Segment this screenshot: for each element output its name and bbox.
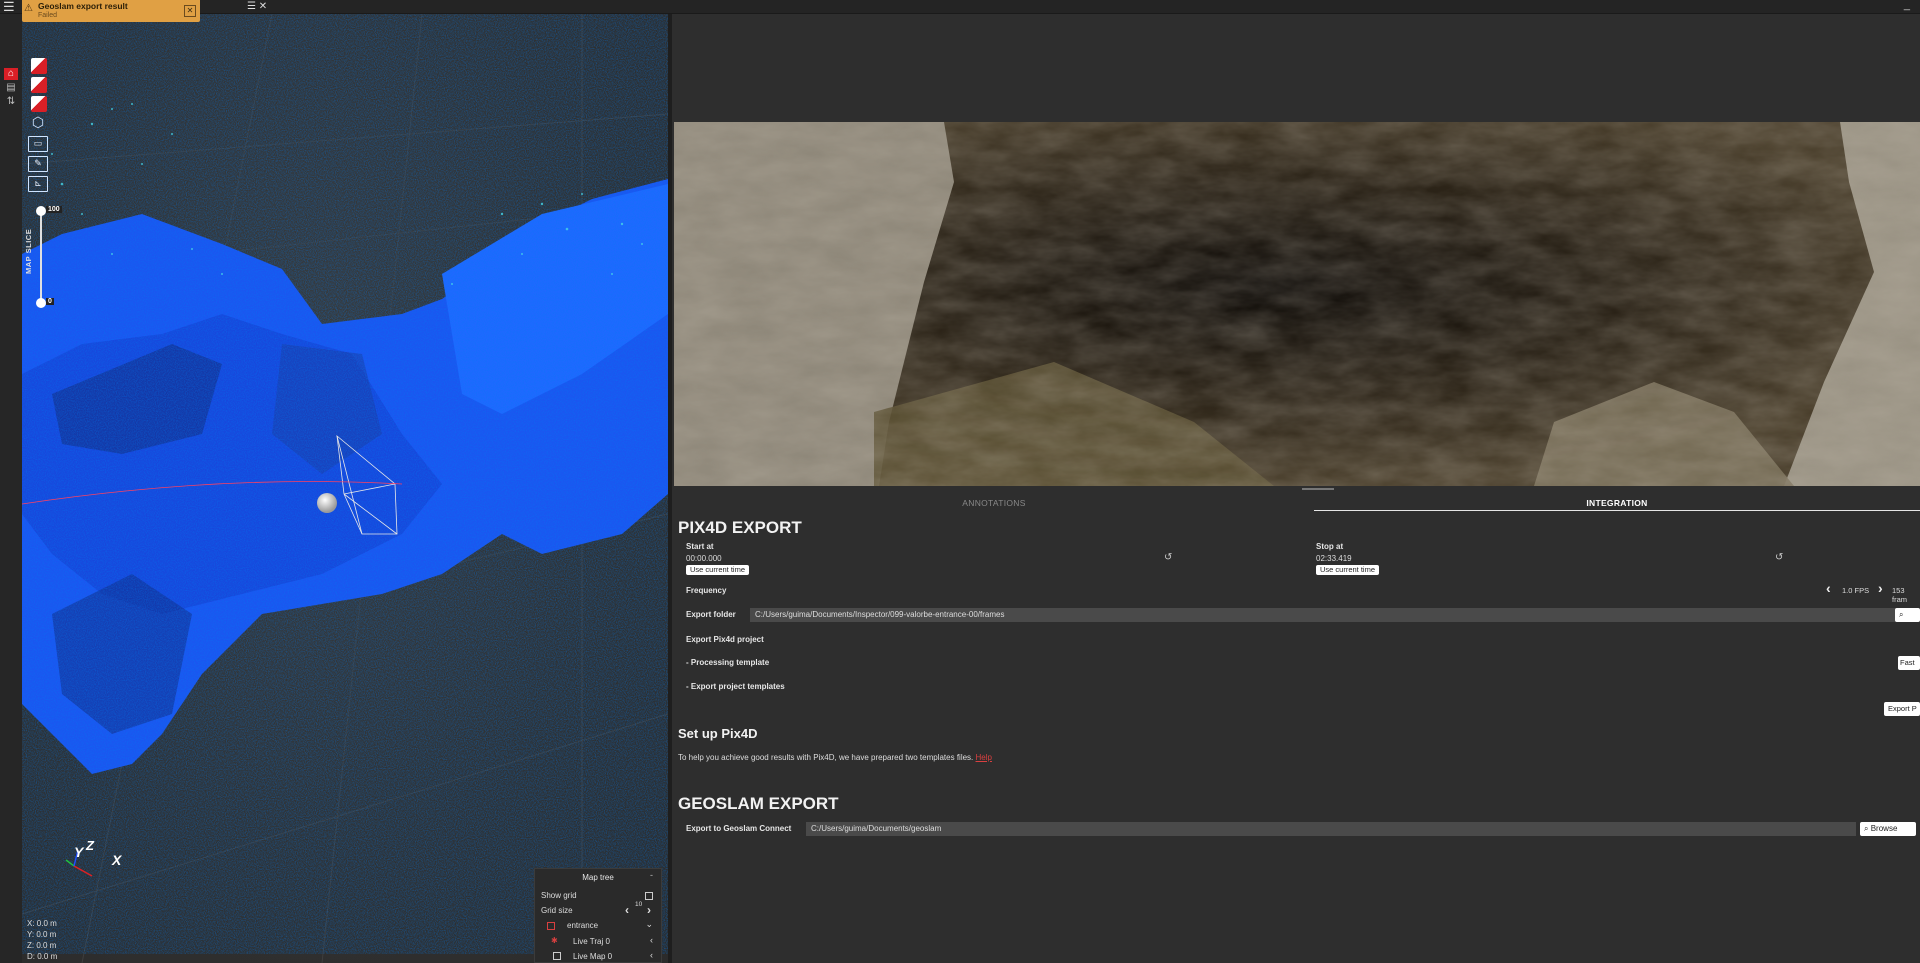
use-current-time-stop-button[interactable]: Use current time — [1316, 565, 1380, 575]
tab-integration[interactable]: INTEGRATION — [1314, 495, 1920, 511]
frequency-label: Frequency — [686, 586, 727, 595]
axis-x-label: X — [112, 852, 122, 868]
stop-at-value: 02:33.419 — [1316, 554, 1352, 563]
export-result-toast: ⚠ Geoslam export result Failed ✕ — [22, 0, 200, 22]
camera-position-sphere — [317, 493, 337, 513]
export-folder-input[interactable]: C:/Users/guima/Documents/Inspector/099-v… — [750, 608, 1900, 622]
reset-stop-icon[interactable]: ↺ — [1775, 552, 1783, 563]
browse-label: Browse — [1870, 824, 1898, 833]
export-project-button[interactable]: Export P — [1884, 702, 1920, 716]
resize-handle[interactable] — [1302, 488, 1334, 490]
share-icon[interactable]: ⇅ — [4, 96, 18, 108]
axis-y-label: Y — [74, 844, 84, 860]
setup-note-text: To help you achieve good results with Pi… — [678, 753, 974, 762]
home-icon[interactable]: ⌂ — [4, 68, 18, 80]
tab-bar: ANNOTATIONS INTEGRATION — [674, 495, 1920, 511]
use-current-time-start-button[interactable]: Use current time — [686, 565, 750, 575]
chevron-down-icon[interactable]: ⌄ — [645, 919, 653, 930]
start-at-value: 00:00.000 — [686, 554, 722, 563]
export-pix4d-project-label: Export Pix4d project — [686, 635, 764, 644]
map-slice-bottom-handle[interactable] — [36, 298, 46, 308]
top-tab-bar: ☰ 7-UNDEFINED [0] ☰ ✕ _ — [0, 0, 1920, 14]
point-cloud — [22, 74, 668, 877]
geoslam-export-title: GEOSLAM EXPORT — [678, 794, 839, 813]
map-tree-title: Map tree — [582, 873, 614, 882]
cube-view-side-icon[interactable] — [31, 96, 47, 112]
export-folder-search-icon[interactable]: ⌕ — [1895, 608, 1920, 622]
search-icon: ⌕ — [1864, 824, 1869, 833]
slice-tool-icon[interactable]: ▭ — [28, 136, 48, 152]
toast-status: Failed — [38, 12, 58, 19]
map-slice-label: MAP SLICE — [24, 228, 33, 274]
axis-z-label: Z — [86, 838, 94, 853]
entrance-visibility-icon[interactable] — [547, 922, 555, 930]
toast-title: Geoslam export result — [38, 1, 128, 11]
setup-pix4d-title: Set up Pix4D — [678, 726, 758, 741]
processing-template-label: - Processing template — [686, 658, 770, 667]
export-project-templates-label: - Export project templates — [686, 682, 785, 691]
geoslam-folder-input[interactable]: C:/Users/guima/Documents/geoslam — [806, 822, 1856, 836]
grid-size-decrease-icon[interactable]: ‹ — [625, 903, 629, 917]
cube-view-top-icon[interactable] — [31, 58, 47, 74]
map-slice-top-handle[interactable] — [36, 206, 46, 216]
toast-close-icon[interactable]: ✕ — [184, 5, 196, 17]
fps-value: 1.0 FPS — [1842, 586, 1870, 595]
point-cloud-viewport[interactable]: ⬡ ▭ ✎ ⊾ MAP SLICE 100 0 Y Z X X: 0.0 m Y… — [22, 14, 668, 963]
right-panel: ANNOTATIONS INTEGRATION PIX4D EXPORT Sta… — [672, 14, 1920, 963]
camera-frame-image — [674, 122, 1920, 486]
cave-photo — [674, 122, 1920, 486]
perspective-icon[interactable]: ⬡ — [28, 115, 48, 132]
pencil-icon[interactable]: ✎ — [28, 156, 48, 172]
live-map-visibility-icon[interactable] — [553, 952, 561, 960]
menu-icon[interactable]: ☰ — [3, 0, 17, 14]
geoslam-connect-label: Export to Geoslam Connect — [686, 824, 792, 833]
coord-z: Z: 0.0 m — [27, 941, 57, 950]
map-slice-bottom-value: 0 — [46, 298, 54, 305]
grid-size-label: Grid size — [541, 906, 573, 915]
point-cloud-canvas[interactable] — [22, 14, 668, 963]
show-grid-checkbox[interactable] — [645, 892, 653, 900]
start-at-label: Start at — [686, 542, 714, 551]
tree-item-live-map[interactable]: Live Map 0 — [573, 952, 612, 961]
tab-close-icon[interactable]: ✕ — [259, 1, 267, 12]
tab-annotations[interactable]: ANNOTATIONS — [674, 495, 1314, 511]
coord-x: X: 0.0 m — [27, 919, 57, 928]
coord-d: D: 0.0 m — [27, 952, 58, 961]
frequency-increase-icon[interactable]: › — [1878, 580, 1883, 596]
tree-item-entrance[interactable]: entrance — [567, 921, 598, 930]
tree-item-live-traj[interactable]: Live Traj 0 — [573, 937, 610, 946]
pix4d-export-title: PIX4D EXPORT — [678, 518, 802, 537]
measure-icon[interactable]: ⊾ — [28, 176, 48, 192]
chevron-left-icon[interactable]: ‹ — [650, 950, 653, 960]
left-rail: ⌂ ▤ ⇅ — [0, 14, 22, 963]
geoslam-browse-button[interactable]: ⌕ Browse — [1860, 822, 1916, 836]
coord-y: Y: 0.0 m — [27, 930, 57, 939]
frequency-decrease-icon[interactable]: ‹ — [1826, 580, 1831, 596]
grid-size-value: 10 — [635, 901, 643, 908]
tab-list[interactable]: ☰ ✕ — [247, 0, 269, 14]
warning-icon: ⚠ — [24, 3, 33, 14]
setup-help-link[interactable]: Help — [976, 753, 992, 762]
map-slice-track[interactable] — [40, 210, 42, 302]
minimize-icon[interactable]: _ — [1904, 0, 1910, 14]
cube-view-front-icon[interactable] — [31, 77, 47, 93]
export-folder-label: Export folder — [686, 610, 736, 619]
map-tree-minimize-icon[interactable]: - — [650, 870, 653, 880]
processing-template-select[interactable]: Fast — [1898, 656, 1920, 670]
chevron-left-icon[interactable]: ‹ — [650, 935, 653, 945]
show-grid-label: Show grid — [541, 891, 577, 900]
stop-at-label: Stop at — [1316, 542, 1344, 551]
files-icon[interactable]: ▤ — [4, 82, 18, 94]
grid-size-increase-icon[interactable]: › — [647, 903, 651, 917]
reset-start-icon[interactable]: ↺ — [1164, 552, 1172, 563]
list-icon: ☰ — [247, 1, 256, 12]
map-tree-panel: Map tree - Show grid Grid size ‹ 10 › en… — [534, 868, 662, 963]
live-traj-visibility-icon[interactable]: ✱ — [551, 936, 558, 945]
map-slice-top-value: 100 — [46, 206, 62, 213]
frames-count: 153 fram — [1892, 586, 1907, 604]
setup-note: To help you achieve good results with Pi… — [678, 753, 992, 762]
